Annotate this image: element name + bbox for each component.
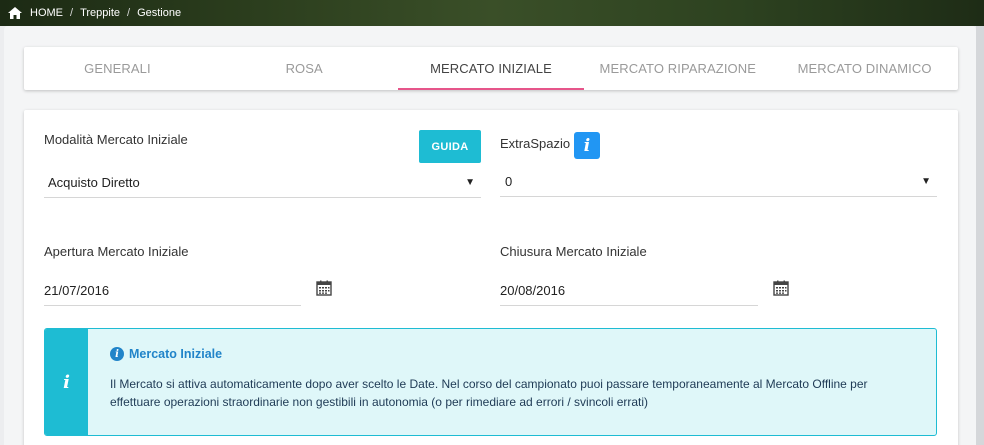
alert-title: i Mercato Iniziale — [110, 347, 222, 361]
guida-button[interactable]: GUIDA — [419, 130, 481, 163]
tab-mercato-iniziale[interactable]: MERCATO INIZIALE — [397, 47, 585, 90]
breadcrumb-item-treppite[interactable]: Treppite — [80, 7, 120, 19]
chiusura-date-input[interactable]: 20/08/2016 — [500, 276, 758, 306]
chiusura-label: Chiusura Mercato Iniziale — [500, 244, 647, 259]
info-alert: i i Mercato Iniziale Il Mercato si attiv… — [44, 328, 937, 436]
scrollbar[interactable] — [976, 26, 984, 445]
alert-side: i — [45, 329, 88, 435]
calendar-icon[interactable] — [316, 280, 332, 296]
extraspazio-select-value: 0 — [505, 174, 513, 189]
settings-card: Modalità Mercato Iniziale GUIDA Acquisto… — [24, 110, 958, 445]
tab-bar: GENERALI ROSA MERCATO INIZIALE MERCATO R… — [24, 47, 958, 90]
breadcrumb-home[interactable]: HOME — [30, 7, 63, 19]
info-icon: i — [63, 371, 70, 393]
tab-mercato-riparazione[interactable]: MERCATO RIPARAZIONE — [584, 47, 771, 90]
calendar-icon[interactable] — [773, 280, 789, 296]
breadcrumb: HOME / Treppite / Gestione — [0, 0, 984, 26]
tab-mercato-dinamico[interactable]: MERCATO DINAMICO — [771, 47, 958, 90]
home-icon[interactable] — [8, 7, 22, 19]
info-icon[interactable]: i — [574, 132, 600, 159]
chevron-down-icon: ▼ — [921, 176, 931, 187]
tab-generali[interactable]: GENERALI — [24, 47, 211, 90]
chevron-down-icon: ▼ — [465, 177, 475, 188]
apertura-label: Apertura Mercato Iniziale — [44, 244, 189, 259]
breadcrumb-item-gestione: Gestione — [137, 7, 182, 19]
apertura-date-input[interactable]: 21/07/2016 — [44, 276, 301, 306]
alert-body: Il Mercato si attiva automaticamente dop… — [110, 377, 868, 409]
info-icon: i — [110, 347, 124, 361]
alert-title-text: Mercato Iniziale — [129, 347, 223, 361]
extraspazio-select[interactable]: 0 ▼ — [500, 167, 937, 197]
breadcrumb-separator: / — [70, 7, 74, 19]
extraspazio-label: ExtraSpazio — [500, 136, 571, 151]
modalita-select[interactable]: Acquisto Diretto ▼ — [44, 168, 481, 198]
breadcrumb-separator: / — [127, 7, 131, 19]
modalita-select-value: Acquisto Diretto — [48, 175, 140, 190]
tab-rosa[interactable]: ROSA — [211, 47, 398, 90]
modalita-label: Modalità Mercato Iniziale — [44, 132, 188, 147]
